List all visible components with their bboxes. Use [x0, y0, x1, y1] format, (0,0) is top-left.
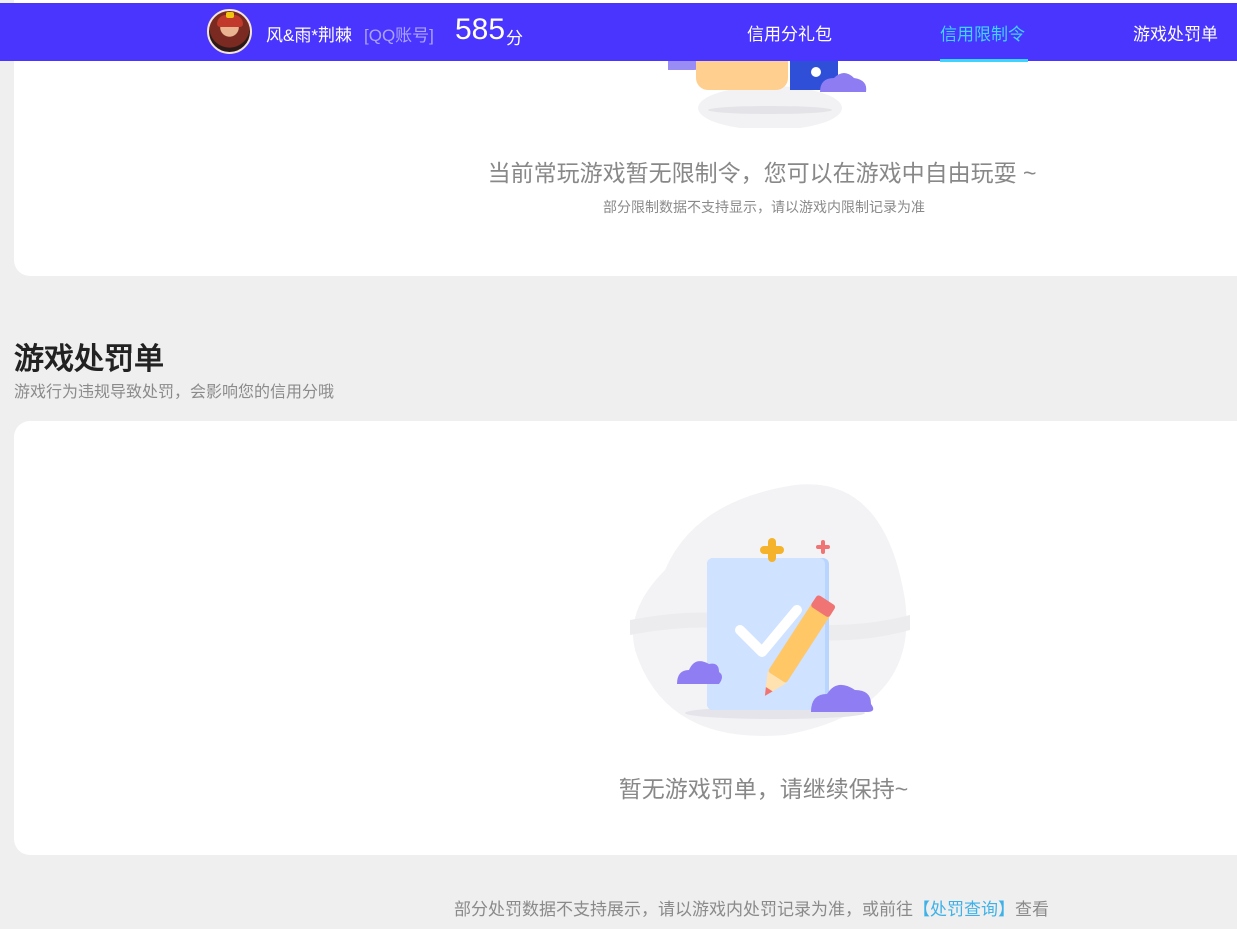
- footer-note: 部分处罚数据不支持展示，请以游戏内处罚记录为准，或前往【处罚查询】查看: [454, 895, 1049, 920]
- active-tab-indicator: [940, 59, 1028, 62]
- footer-note-prefix: 部分处罚数据不支持展示，请以游戏内处罚记录为准，或前往: [454, 900, 913, 919]
- penalty-query-link[interactable]: 【处罚查询】: [913, 900, 1015, 919]
- avatar[interactable]: [207, 9, 252, 54]
- tab-game-penalty[interactable]: 游戏处罚单: [1133, 20, 1218, 45]
- penalty-section-title: 游戏处罚单: [14, 343, 164, 376]
- credit-score-unit: 分: [506, 29, 523, 48]
- restriction-empty-subtitle: 部分限制数据不支持显示，请以游戏内限制记录为准: [603, 199, 925, 215]
- user-name: 风&雨*荆棘: [266, 26, 352, 45]
- tab-credit-restriction[interactable]: 信用限制令: [940, 20, 1025, 45]
- restriction-empty-title: 当前常玩游戏暂无限制令，您可以在游戏中自由玩耍 ~: [487, 160, 1037, 186]
- tab-credit-gift[interactable]: 信用分礼包: [747, 20, 832, 45]
- empty-penalty-illustration: [630, 484, 910, 736]
- page: 当前常玩游戏暂无限制令，您可以在游戏中自由玩耍 ~ 部分限制数据不支持显示，请以…: [0, 0, 1237, 929]
- account-type: [QQ账号]: [364, 26, 434, 45]
- top-bar: 风&雨*荆棘 [QQ账号] 585 分 信用分礼包 信用限制令 游戏处罚单: [0, 3, 1237, 62]
- penalty-section-subtitle: 游戏行为违规导致处罚，会影响您的信用分哦: [14, 384, 335, 401]
- credit-score: 585: [455, 13, 506, 46]
- penalty-empty-title: 暂无游戏罚单，请继续保持~: [618, 776, 909, 802]
- footer-note-suffix: 查看: [1015, 900, 1049, 919]
